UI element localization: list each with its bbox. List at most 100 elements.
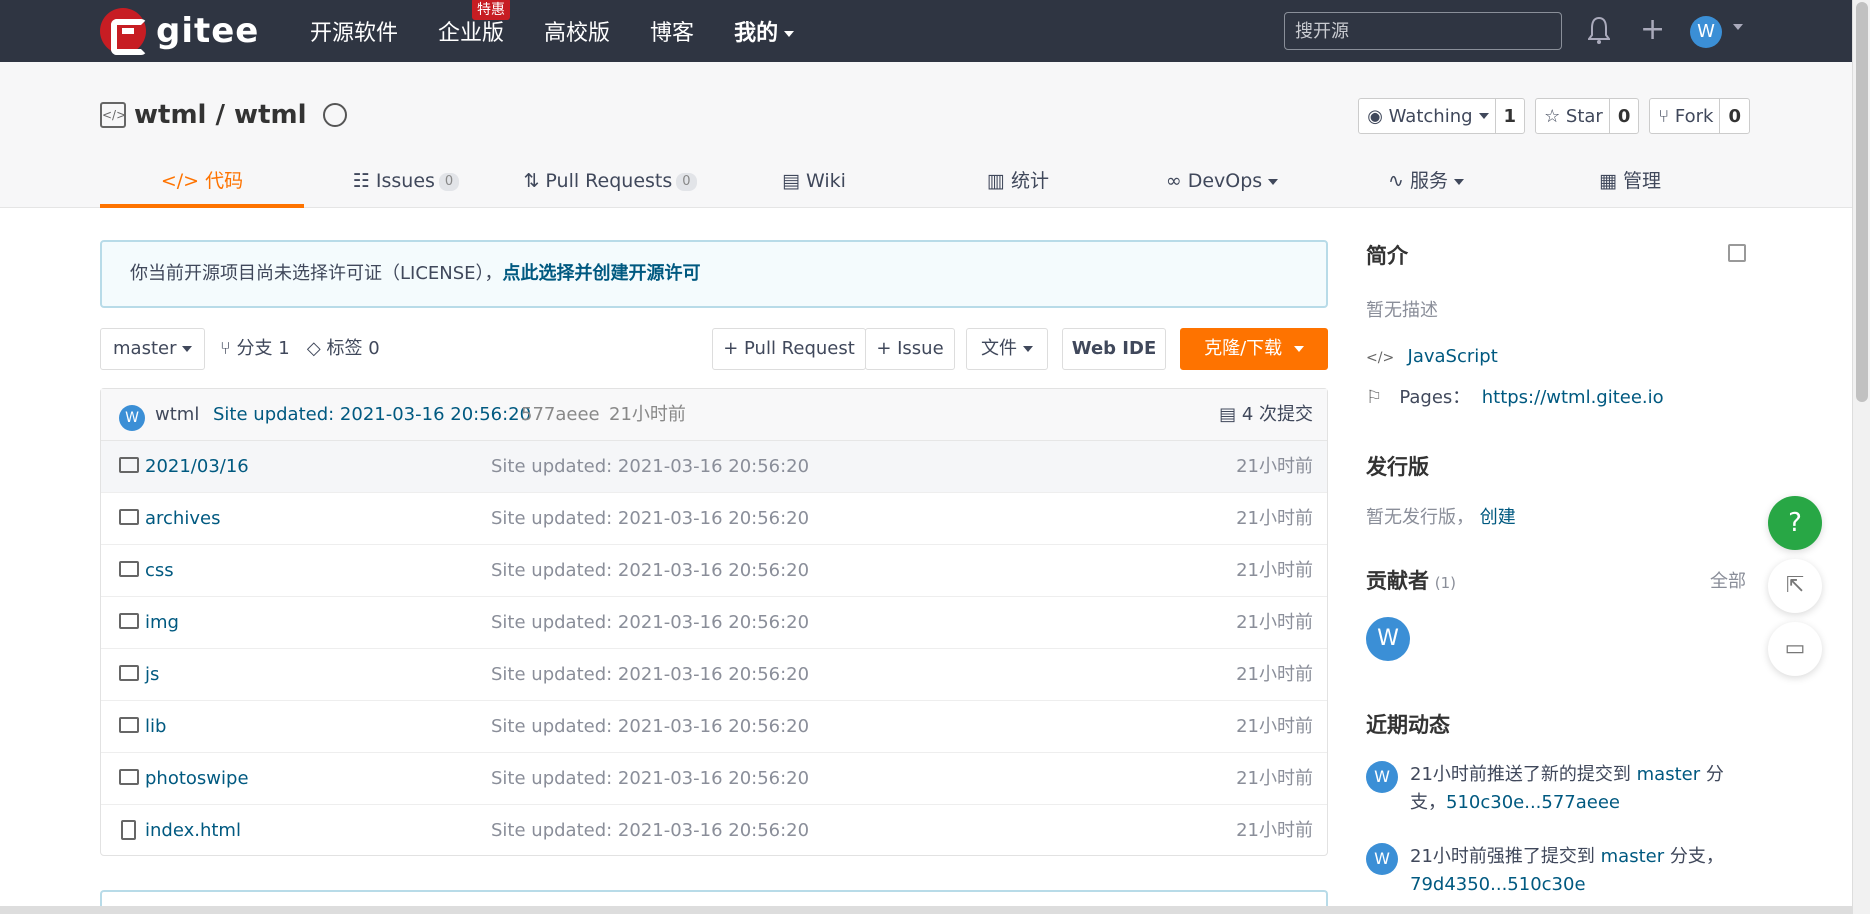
- file-time: 21小时前: [1236, 612, 1313, 633]
- file-name[interactable]: archives: [145, 493, 220, 545]
- scrollbar-thumb[interactable]: [1856, 2, 1868, 402]
- file-time: 21小时前: [1236, 820, 1313, 841]
- share-icon[interactable]: ⇱: [1768, 559, 1822, 613]
- feedback-icon[interactable]: ▭: [1768, 622, 1822, 676]
- code-icon: </>: [1366, 350, 1408, 366]
- tab-code[interactable]: </> 代码: [100, 158, 304, 208]
- tab-devops[interactable]: ∞ DevOps: [1120, 158, 1324, 208]
- tab-stats[interactable]: ▥ 统计: [916, 158, 1120, 208]
- branch-icon: ⑂: [220, 338, 237, 359]
- table-row[interactable]: js Site updated: 2021-03-16 20:56:20 21小时前: [101, 649, 1327, 701]
- file-name[interactable]: 2021/03/16: [145, 441, 249, 493]
- file-name[interactable]: index.html: [145, 805, 241, 857]
- activity-range-link[interactable]: 510c30e...577aeee: [1446, 792, 1620, 813]
- user-avatar[interactable]: W: [1690, 16, 1722, 48]
- file-name[interactable]: photoswipe: [145, 753, 249, 805]
- language-link[interactable]: JavaScript: [1408, 346, 1498, 367]
- activity-branch-link[interactable]: master: [1601, 846, 1664, 867]
- tab-pull-requests[interactable]: ⇅ Pull Requests 0: [508, 158, 712, 208]
- file-name[interactable]: js: [145, 649, 159, 701]
- tab-issues[interactable]: ☷ Issues 0: [304, 158, 508, 208]
- tag-icon: ◇: [306, 338, 327, 359]
- gitee-logo[interactable]: gitee: [100, 8, 260, 55]
- enterprise-badge: 特惠: [472, 0, 511, 20]
- commit-user[interactable]: wtml: [155, 389, 199, 441]
- plus-icon[interactable]: +: [1640, 15, 1665, 45]
- branch-selector[interactable]: master: [100, 328, 206, 370]
- tab-wiki[interactable]: ▤ Wiki: [712, 158, 916, 208]
- tab-manage[interactable]: ▦ 管理: [1528, 158, 1732, 208]
- activity-avatar[interactable]: W: [1366, 843, 1398, 875]
- folder-icon: [119, 665, 139, 681]
- award-icon[interactable]: [322, 103, 347, 127]
- fork-count[interactable]: 0: [1719, 99, 1749, 133]
- activity-range-link[interactable]: 79d4350...510c30e: [1410, 874, 1586, 895]
- activity-avatar[interactable]: W: [1366, 761, 1398, 793]
- file-time: 21小时前: [1236, 560, 1313, 581]
- file-commit-message[interactable]: Site updated: 2021-03-16 20:56:20: [491, 597, 809, 649]
- bell-icon[interactable]: [1588, 16, 1610, 44]
- license-link[interactable]: 点此选择并创建开源许可: [503, 263, 701, 284]
- new-pull-request-button[interactable]: + Pull Request: [712, 328, 866, 370]
- table-row[interactable]: index.html Site updated: 2021-03-16 20:56…: [101, 805, 1327, 857]
- commit-hash[interactable]: 577aeee: [521, 389, 600, 441]
- horizontal-scrollbar[interactable]: [0, 906, 1852, 914]
- repo-name[interactable]: wtml / wtml: [134, 100, 307, 130]
- file-commit-message[interactable]: Site updated: 2021-03-16 20:56:20: [491, 805, 809, 857]
- chevron-down-icon[interactable]: [1733, 24, 1743, 30]
- pages-url[interactable]: https://wtml.gitee.io: [1482, 387, 1664, 408]
- create-release-link[interactable]: 创建: [1480, 507, 1516, 528]
- search-input[interactable]: [1284, 12, 1562, 50]
- nav-item-blog[interactable]: 博客: [650, 15, 694, 47]
- watch-count[interactable]: 1: [1494, 99, 1525, 133]
- nav-item-enterprise[interactable]: 企业版 特惠: [438, 0, 511, 47]
- logo-text: gitee: [156, 11, 260, 51]
- table-row[interactable]: photoswipe Site updated: 2021-03-16 20:56…: [101, 753, 1327, 805]
- bar-chart-icon: ▥: [986, 170, 1011, 192]
- table-row[interactable]: img Site updated: 2021-03-16 20:56:20 21小时…: [101, 597, 1327, 649]
- branches-link[interactable]: 分支 1: [237, 338, 290, 359]
- repo-sidebar: 简介 暂无描述 </> JavaScript ⚐ Pages： https://…: [1366, 240, 1746, 899]
- file-commit-message[interactable]: Site updated: 2021-03-16 20:56:20: [491, 441, 809, 493]
- file-name[interactable]: css: [145, 545, 174, 597]
- table-row[interactable]: lib Site updated: 2021-03-16 20:56:20 21小时…: [101, 701, 1327, 753]
- nav-item-opensource[interactable]: 开源软件: [310, 15, 398, 47]
- star-button[interactable]: ☆ Star 0: [1535, 98, 1640, 134]
- nav-item-mine[interactable]: 我的: [734, 15, 795, 47]
- file-commit-message[interactable]: Site updated: 2021-03-16 20:56:20: [491, 649, 809, 701]
- tags-link[interactable]: 标签 0: [326, 338, 379, 359]
- file-commit-message[interactable]: Site updated: 2021-03-16 20:56:20: [491, 545, 809, 597]
- chevron-down-icon: [1023, 346, 1033, 352]
- edit-icon[interactable]: [1728, 244, 1746, 262]
- activity-branch-link[interactable]: master: [1637, 764, 1700, 785]
- star-label: Star: [1565, 105, 1603, 127]
- table-row[interactable]: css Site updated: 2021-03-16 20:56:20 21小时…: [101, 545, 1327, 597]
- vertical-scrollbar[interactable]: [1852, 0, 1870, 914]
- file-commit-message[interactable]: Site updated: 2021-03-16 20:56:20: [491, 493, 809, 545]
- gitee-logo-icon: [100, 8, 147, 55]
- help-button[interactable]: ?: [1768, 496, 1822, 550]
- contributor-avatar[interactable]: W: [1366, 617, 1410, 661]
- file-commit-message[interactable]: Site updated: 2021-03-16 20:56:20: [491, 753, 809, 805]
- new-issue-button[interactable]: + Issue: [865, 328, 955, 370]
- file-menu-button[interactable]: 文件: [966, 328, 1048, 370]
- nav-item-university[interactable]: 高校版: [544, 15, 610, 47]
- file-name[interactable]: img: [145, 597, 179, 649]
- commit-message[interactable]: Site updated: 2021-03-16 20:56:20: [213, 389, 531, 441]
- contributors-all-link[interactable]: 全部: [1710, 567, 1746, 593]
- commit-avatar[interactable]: W: [119, 405, 145, 431]
- clone-label: 克隆/下载: [1204, 338, 1283, 359]
- clone-download-button[interactable]: 克隆/下载: [1180, 328, 1328, 370]
- table-row[interactable]: archives Site updated: 2021-03-16 20:56:2…: [101, 493, 1327, 545]
- fork-button[interactable]: ⑂ Fork 0: [1649, 98, 1750, 134]
- star-count[interactable]: 0: [1608, 99, 1639, 133]
- watch-button[interactable]: ◉ Watching 1: [1358, 98, 1526, 134]
- web-ide-button[interactable]: Web IDE: [1062, 328, 1166, 370]
- commit-count[interactable]: ▤ 4 次提交: [1219, 389, 1313, 441]
- contributors-header: 贡献者 (1) 全部: [1366, 565, 1746, 595]
- tab-services[interactable]: ∿ 服务: [1324, 158, 1528, 208]
- folder-icon: [119, 509, 139, 525]
- file-commit-message[interactable]: Site updated: 2021-03-16 20:56:20: [491, 701, 809, 753]
- file-name[interactable]: lib: [145, 701, 166, 753]
- table-row[interactable]: 2021/03/16 Site updated: 2021-03-16 20:56…: [101, 441, 1327, 493]
